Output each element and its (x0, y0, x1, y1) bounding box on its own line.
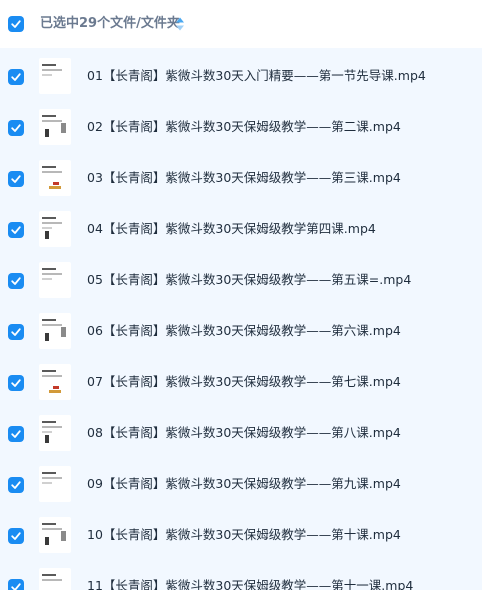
file-name: 08【长青阁】紫微斗数30天保姆级教学——第八课.mp4 (87, 425, 401, 440)
checkmark-icon (11, 73, 21, 81)
file-checkbox[interactable] (8, 324, 24, 340)
checkmark-icon (11, 20, 21, 28)
video-thumbnail (39, 568, 71, 590)
checkmark-icon (11, 379, 21, 387)
file-name: 04【长青阁】紫微斗数30天保姆级教学第四课.mp4 (87, 221, 376, 236)
file-row[interactable]: 07【长青阁】紫微斗数30天保姆级教学——第七课.mp4 (0, 357, 482, 408)
file-checkbox[interactable] (8, 222, 24, 238)
file-row[interactable]: 10【长青阁】紫微斗数30天保姆级教学——第十课.mp4 (0, 510, 482, 561)
file-name: 01【长青阁】紫微斗数30天入门精要——第一节先导课.mp4 (87, 68, 426, 83)
file-row[interactable]: 08【长青阁】紫微斗数30天保姆级教学——第八课.mp4 (0, 408, 482, 459)
file-row[interactable]: 11【长青阁】紫微斗数30天保姆级教学——第十一课.mp4 (0, 561, 482, 590)
video-thumbnail (39, 109, 71, 145)
checkmark-icon (11, 175, 21, 183)
video-thumbnail (39, 262, 71, 298)
select-all-checkbox[interactable] (8, 16, 24, 32)
video-thumbnail (39, 364, 71, 400)
video-thumbnail (39, 160, 71, 196)
checkmark-icon (11, 430, 21, 438)
file-checkbox[interactable] (8, 528, 24, 544)
file-checkbox[interactable] (8, 120, 24, 136)
file-name: 07【长青阁】紫微斗数30天保姆级教学——第七课.mp4 (87, 374, 401, 389)
selection-count-label: 已选中29个文件/文件夹 (40, 16, 180, 31)
file-name: 10【长青阁】紫微斗数30天保姆级教学——第十课.mp4 (87, 527, 401, 542)
checkmark-icon (11, 583, 21, 590)
file-row[interactable]: 02【长青阁】紫微斗数30天保姆级教学——第二课.mp4 (0, 102, 482, 153)
file-checkbox[interactable] (8, 579, 24, 590)
video-thumbnail (39, 58, 71, 94)
file-name: 02【长青阁】紫微斗数30天保姆级教学——第二课.mp4 (87, 119, 401, 134)
sort-arrows-icon[interactable] (174, 16, 186, 32)
file-checkbox[interactable] (8, 477, 24, 493)
file-name: 06【长青阁】紫微斗数30天保姆级教学——第六课.mp4 (87, 323, 401, 338)
file-row[interactable]: 09【长青阁】紫微斗数30天保姆级教学——第九课.mp4 (0, 459, 482, 510)
file-name: 05【长青阁】紫微斗数30天保姆级教学——第五课=.mp4 (87, 272, 412, 287)
video-thumbnail (39, 313, 71, 349)
file-row[interactable]: 05【长青阁】紫微斗数30天保姆级教学——第五课=.mp4 (0, 255, 482, 306)
checkmark-icon (11, 481, 21, 489)
file-row[interactable]: 06【长青阁】紫微斗数30天保姆级教学——第六课.mp4 (0, 306, 482, 357)
file-checkbox[interactable] (8, 426, 24, 442)
file-row[interactable]: 04【长青阁】紫微斗数30天保姆级教学第四课.mp4 (0, 204, 482, 255)
file-name: 11【长青阁】紫微斗数30天保姆级教学——第十一课.mp4 (87, 578, 414, 590)
checkmark-icon (11, 277, 21, 285)
file-name: 09【长青阁】紫微斗数30天保姆级教学——第九课.mp4 (87, 476, 401, 491)
video-thumbnail (39, 211, 71, 247)
video-thumbnail (39, 517, 71, 553)
video-thumbnail (39, 415, 71, 451)
selection-header: 已选中29个文件/文件夹 (0, 0, 482, 48)
file-checkbox[interactable] (8, 171, 24, 187)
file-checkbox[interactable] (8, 375, 24, 391)
file-list: 01【长青阁】紫微斗数30天入门精要——第一节先导课.mp4 02【长青阁】紫微斗… (0, 48, 482, 590)
file-checkbox[interactable] (8, 69, 24, 85)
file-checkbox[interactable] (8, 273, 24, 289)
checkmark-icon (11, 226, 21, 234)
video-thumbnail (39, 466, 71, 502)
file-row[interactable]: 01【长青阁】紫微斗数30天入门精要——第一节先导课.mp4 (0, 51, 482, 102)
file-name: 03【长青阁】紫微斗数30天保姆级教学——第三课.mp4 (87, 170, 401, 185)
checkmark-icon (11, 328, 21, 336)
checkmark-icon (11, 532, 21, 540)
file-row[interactable]: 03【长青阁】紫微斗数30天保姆级教学——第三课.mp4 (0, 153, 482, 204)
checkmark-icon (11, 124, 21, 132)
